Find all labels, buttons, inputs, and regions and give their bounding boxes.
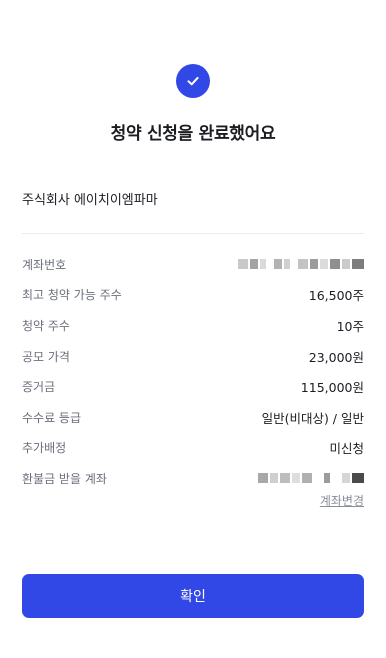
- detail-label: 수수료 등급: [22, 410, 82, 425]
- detail-row-additional-allocation: 추가배정 미신청: [22, 433, 364, 464]
- detail-value: 일반(비대상) / 일반: [261, 410, 364, 426]
- detail-row-offer-price: 공모 가격 23,000원: [22, 341, 364, 372]
- detail-value: 16,500주: [308, 288, 364, 304]
- subscription-details: 계좌번호 최고 청약 가능 주수 16,500주 청약 주수 10주 공모 가격…: [22, 249, 364, 494]
- detail-value: 10주: [336, 318, 364, 334]
- detail-label: 최고 청약 가능 주수: [22, 288, 122, 303]
- detail-label: 계좌번호: [22, 257, 67, 272]
- detail-row-fee-grade: 수수료 등급 일반(비대상) / 일반: [22, 402, 364, 433]
- detail-value: 23,000원: [308, 349, 364, 365]
- detail-row-subscribed-shares: 청약 주수 10주: [22, 310, 364, 341]
- check-circle-icon: [176, 64, 210, 98]
- masked-refund-account: [258, 472, 364, 484]
- detail-value: 미신청: [329, 441, 364, 457]
- masked-account-number: [238, 258, 364, 270]
- company-name: 주식회사 에이치이엠파마: [22, 193, 158, 208]
- page-title: 청약 신청을 완료했어요: [110, 124, 276, 144]
- divider: [22, 233, 364, 234]
- confirm-button[interactable]: 확인: [22, 574, 364, 618]
- detail-row-account-number: 계좌번호: [22, 249, 364, 280]
- detail-value: 115,000원: [300, 380, 364, 396]
- detail-row-refund-account: 환불금 받을 계좌: [22, 463, 364, 494]
- detail-label: 청약 주수: [22, 318, 70, 333]
- detail-label: 환불금 받을 계좌: [22, 471, 107, 486]
- detail-row-max-shares: 최고 청약 가능 주수 16,500주: [22, 280, 364, 311]
- detail-label: 증거금: [22, 380, 56, 395]
- detail-label: 추가배정: [22, 441, 67, 456]
- change-account-link[interactable]: 계좌변경: [320, 492, 364, 509]
- detail-row-deposit: 증거금 115,000원: [22, 371, 364, 402]
- detail-label: 공모 가격: [22, 349, 70, 364]
